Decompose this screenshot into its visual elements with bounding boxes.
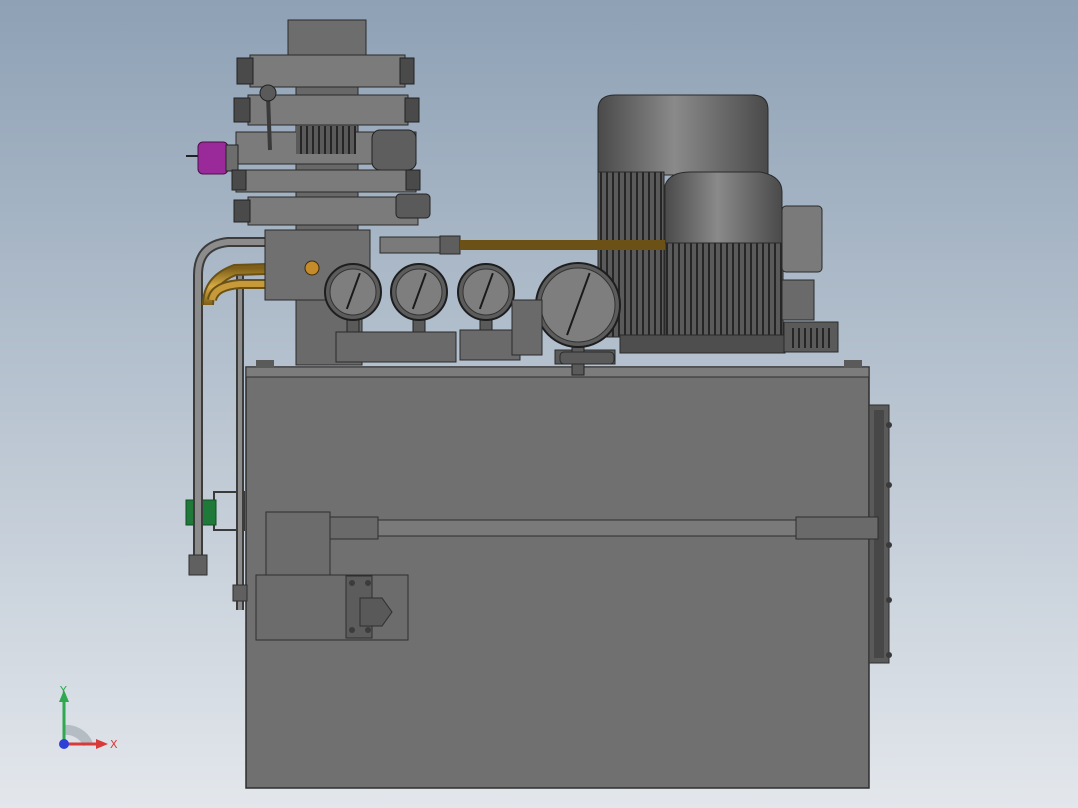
x-axis-arrow (96, 739, 108, 749)
axis-triad: Y X (59, 684, 118, 751)
y-axis-label: Y (59, 684, 67, 697)
z-axis-dot (59, 739, 69, 749)
cad-viewport[interactable] (0, 0, 1078, 808)
x-axis-label: X (110, 738, 118, 751)
level-sight-bar (329, 516, 879, 540)
